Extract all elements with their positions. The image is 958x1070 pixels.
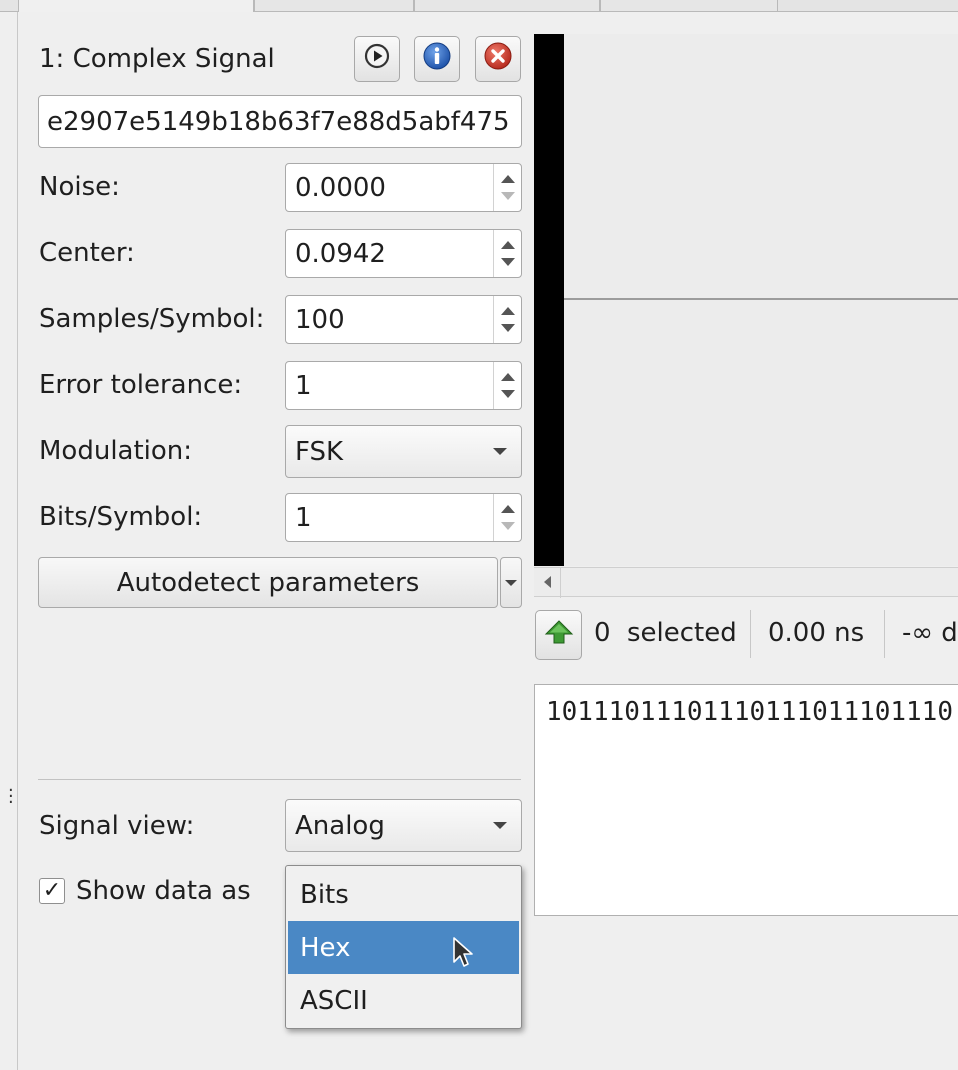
tab-interpretation[interactable] [18, 0, 254, 12]
horizontal-scrollbar[interactable] [534, 567, 958, 598]
signal-plot[interactable] [564, 34, 958, 566]
chevron-down-icon [493, 448, 507, 455]
autodetect-label: Autodetect parameters [116, 567, 420, 598]
splitter-handle[interactable]: · · · [8, 782, 14, 812]
bits-stepper[interactable] [493, 494, 521, 541]
duration-value: 0.00 ns [768, 618, 865, 648]
info-button[interactable] [414, 36, 460, 82]
option-label: ASCII [300, 985, 368, 1016]
noise-value: 0.0000 [295, 172, 386, 203]
modulation-value: FSK [295, 436, 344, 467]
close-signal-button[interactable] [475, 36, 521, 82]
info-icon [422, 41, 452, 78]
autodetect-menu-button[interactable] [500, 557, 522, 608]
bits-per-symbol-value: 1 [295, 502, 312, 533]
demodulated-data-view[interactable]: 10111011101110111011101110 [534, 684, 958, 916]
modulation-select[interactable]: FSK [285, 425, 522, 478]
center-line[interactable] [564, 298, 958, 300]
play-icon [363, 42, 391, 77]
increment-icon[interactable] [500, 504, 515, 513]
error-tolerance-label: Error tolerance: [39, 370, 243, 400]
signal-id-field[interactable]: e2907e5149b18b63f7e88d5abf475 [38, 95, 522, 148]
signal-view-select[interactable]: Analog [285, 799, 522, 852]
samples-per-symbol-spinbox[interactable]: 100 [285, 295, 522, 344]
error-tolerance-stepper[interactable] [493, 362, 521, 409]
status-extra: -∞ d [902, 618, 958, 648]
option-label: Hex [300, 932, 351, 963]
chevron-down-icon [493, 822, 507, 829]
decrement-icon[interactable] [500, 324, 515, 333]
mouse-cursor-icon [452, 936, 474, 977]
status-divider [884, 610, 885, 658]
selected-count: 0 [594, 618, 611, 648]
samples-stepper[interactable] [493, 296, 521, 343]
tab-simulator[interactable] [600, 0, 778, 12]
option-ascii[interactable]: ASCII [286, 974, 521, 1027]
noise-label: Noise: [39, 172, 120, 202]
samples-per-symbol-label: Samples/Symbol: [39, 304, 265, 334]
bits-per-symbol-spinbox[interactable]: 1 [285, 493, 522, 542]
signal-view-value: Analog [295, 810, 385, 841]
center-value: 0.0942 [295, 238, 386, 269]
noise-stepper[interactable] [493, 164, 521, 211]
checkmark-icon: ✓ [42, 878, 62, 903]
noise-spinbox[interactable]: 0.0000 [285, 163, 522, 212]
bits-per-symbol-label: Bits/Symbol: [39, 502, 203, 532]
send-to-buffer-button[interactable] [535, 610, 582, 660]
decrement-icon[interactable] [500, 390, 515, 399]
option-hex[interactable]: Hex [288, 921, 519, 974]
error-tolerance-value: 1 [295, 370, 312, 401]
option-label: Bits [300, 879, 349, 910]
increment-icon[interactable] [500, 306, 515, 315]
autodetect-parameters-button[interactable]: Autodetect parameters [38, 557, 498, 608]
decrement-icon[interactable] [500, 258, 515, 267]
signal-waveform [534, 34, 564, 566]
demodulated-bits: 10111011101110111011101110 [546, 697, 953, 727]
increment-icon[interactable] [500, 372, 515, 381]
scroll-left-icon[interactable] [544, 576, 551, 588]
error-tolerance-spinbox[interactable]: 1 [285, 361, 522, 410]
samples-per-symbol-value: 100 [295, 304, 345, 335]
tab-bar [0, 0, 958, 12]
selected-label: selected [627, 618, 737, 648]
center-label: Center: [39, 238, 135, 268]
center-stepper[interactable] [493, 230, 521, 277]
show-data-checkbox[interactable]: ✓ [39, 878, 65, 904]
status-divider [750, 610, 751, 658]
tab-generator[interactable] [414, 0, 600, 12]
center-spinbox[interactable]: 0.0942 [285, 229, 522, 278]
green-arrow-up-icon [544, 619, 574, 652]
modulation-label: Modulation: [39, 436, 193, 466]
panel-border [17, 12, 18, 1070]
show-data-dropdown: Bits Hex ASCII [285, 865, 522, 1029]
decrement-icon[interactable] [500, 192, 515, 201]
increment-icon[interactable] [500, 240, 515, 249]
replay-button[interactable] [354, 36, 400, 82]
close-icon [483, 41, 513, 78]
increment-icon[interactable] [500, 174, 515, 183]
show-data-label: Show data as [76, 876, 251, 906]
divider [38, 779, 521, 780]
tab-analysis[interactable] [254, 0, 414, 12]
scrollbar-divider [560, 568, 561, 598]
signal-id-value: e2907e5149b18b63f7e88d5abf475 [47, 106, 510, 137]
option-bits[interactable]: Bits [286, 868, 521, 921]
decrement-icon[interactable] [500, 522, 515, 531]
signal-view-label: Signal view: [39, 811, 195, 841]
signal-title: 1: Complex Signal [39, 44, 275, 74]
chevron-down-icon [505, 579, 517, 586]
